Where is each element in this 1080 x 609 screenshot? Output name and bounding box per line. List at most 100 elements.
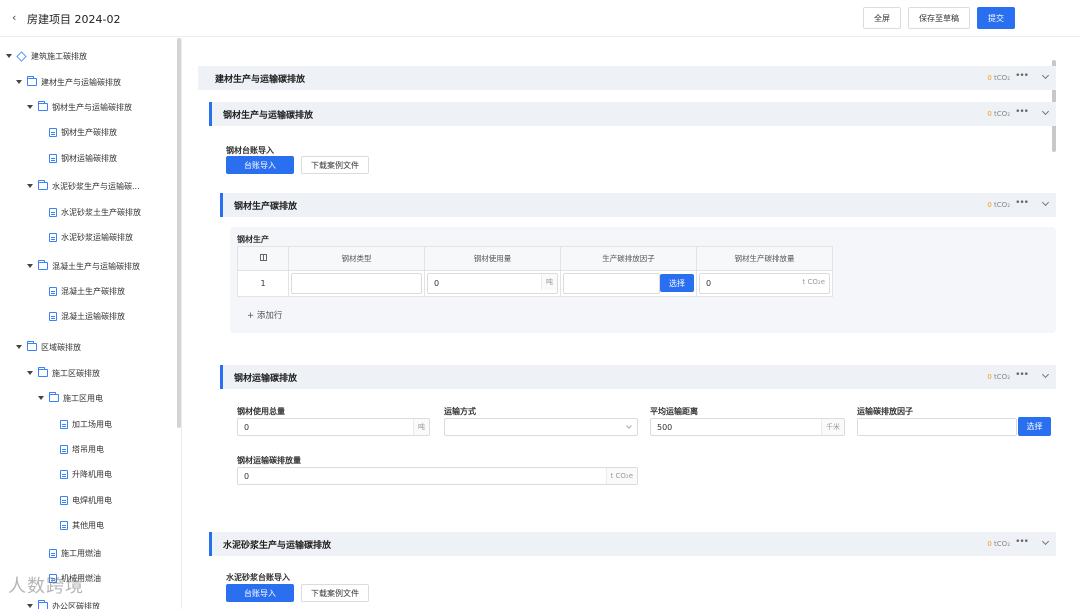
total-usage-input[interactable]: 0吨 bbox=[237, 418, 430, 436]
steel-amount-cell: 0吨 bbox=[424, 270, 561, 297]
caret-down-icon[interactable] bbox=[27, 371, 33, 375]
factor-select-button[interactable]: 选择 bbox=[660, 274, 694, 292]
distance-label: 平均运输距离 bbox=[650, 407, 698, 416]
section-title: 钢材生产碳排放 bbox=[234, 201, 298, 212]
tree-item[interactable]: 电焊机用电 bbox=[60, 492, 112, 508]
transport-mode-select[interactable] bbox=[444, 418, 638, 436]
submit-button[interactable]: 提交 bbox=[977, 7, 1015, 29]
tree-item[interactable]: 钢材运输碳排放 bbox=[49, 150, 117, 166]
tree-item[interactable]: 施工区用电 bbox=[38, 390, 103, 406]
section-header[interactable]: 钢材运输碳排放 0 tCO₂ ••• bbox=[220, 365, 1056, 389]
document-icon bbox=[49, 207, 57, 217]
section-accent-bar bbox=[209, 532, 212, 556]
caret-down-icon[interactable] bbox=[27, 604, 33, 608]
tree-item[interactable]: 混凝土运输碳排放 bbox=[49, 308, 125, 324]
document-icon bbox=[60, 495, 68, 505]
document-icon bbox=[60, 444, 68, 454]
section-header[interactable]: 钢材生产碳排放 0 tCO₂ ••• bbox=[220, 193, 1056, 217]
more-icon[interactable]: ••• bbox=[1015, 107, 1029, 117]
factor-cell: 选择 bbox=[560, 270, 697, 297]
tree-item[interactable]: 升降机用电 bbox=[60, 466, 112, 482]
folder-icon bbox=[27, 76, 37, 86]
emission-input[interactable]: 0t CO₂e bbox=[699, 273, 830, 294]
factor-input[interactable] bbox=[563, 273, 660, 294]
section-header[interactable]: 水泥砂浆生产与运输碳排放 0 tCO₂ ••• bbox=[209, 532, 1056, 556]
chevron-down-icon[interactable] bbox=[1041, 198, 1050, 207]
tree-item[interactable]: 混凝土生产与运输碳排放 bbox=[27, 258, 140, 274]
table-header: 生产碳排放因子 bbox=[560, 246, 697, 271]
section-total: 0 tCO₂ bbox=[987, 373, 1010, 381]
folder-icon bbox=[27, 341, 37, 351]
ledger-import-button[interactable]: 台账导入 bbox=[226, 156, 294, 174]
cement-ledger-label: 水泥砂浆台账导入 bbox=[226, 573, 290, 582]
more-icon[interactable]: ••• bbox=[1015, 71, 1029, 81]
caret-down-icon[interactable] bbox=[38, 396, 44, 400]
tree-item[interactable]: 塔吊用电 bbox=[60, 441, 104, 457]
tree-item[interactable]: 钢材生产与运输碳排放 bbox=[27, 99, 132, 115]
section-title: 水泥砂浆生产与运输碳排放 bbox=[223, 540, 332, 551]
caret-down-icon[interactable] bbox=[27, 264, 33, 268]
steel-type-input[interactable] bbox=[291, 273, 422, 294]
grid-icon[interactable] bbox=[259, 254, 267, 261]
chevron-down-icon[interactable] bbox=[1041, 370, 1050, 379]
row-index: 1 bbox=[237, 270, 289, 297]
tree-item[interactable]: 混凝土生产碳排放 bbox=[49, 283, 125, 299]
download-sample-button[interactable]: 下载案例文件 bbox=[301, 584, 369, 602]
section-header[interactable]: 钢材生产与运输碳排放 0 tCO₂ ••• bbox=[209, 102, 1056, 126]
steel-amount-input[interactable]: 0吨 bbox=[427, 273, 558, 294]
more-icon[interactable]: ••• bbox=[1015, 370, 1029, 380]
document-icon bbox=[49, 232, 57, 242]
section-title: 钢材运输碳排放 bbox=[234, 373, 298, 384]
tree-item[interactable]: 办公区碳排放 bbox=[27, 598, 100, 609]
caret-down-icon[interactable] bbox=[16, 345, 22, 349]
tree-item[interactable]: 水泥砂浆生产与运输碳... bbox=[27, 178, 140, 194]
steel-ledger-label: 钢材台账导入 bbox=[226, 146, 274, 155]
tree-item[interactable]: 建筑施工碳排放 bbox=[6, 48, 87, 64]
tree-item[interactable]: 施工区碳排放 bbox=[27, 365, 100, 381]
download-sample-button[interactable]: 下载案例文件 bbox=[301, 156, 369, 174]
section-header[interactable]: 建材生产与运输碳排放 0 tCO₂ ••• bbox=[198, 66, 1056, 90]
document-icon bbox=[60, 469, 68, 479]
emission-cell: 0t CO₂e bbox=[696, 270, 833, 297]
distance-input[interactable]: 500 千米 bbox=[650, 418, 845, 436]
unit-suffix: t CO₂e bbox=[605, 468, 637, 484]
transport-emission-input[interactable]: 0t CO₂e bbox=[237, 467, 638, 485]
add-row-button[interactable]: + 添加行 bbox=[247, 309, 282, 321]
tree-item[interactable]: 水泥砂浆土生产碳排放 bbox=[49, 204, 141, 220]
folder-icon bbox=[38, 600, 48, 609]
chevron-down-icon[interactable] bbox=[1041, 71, 1050, 80]
folder-icon bbox=[49, 392, 59, 402]
caret-down-icon[interactable] bbox=[27, 105, 33, 109]
table-header: 钢材生产碳排放量 bbox=[696, 246, 833, 271]
more-icon[interactable]: ••• bbox=[1015, 537, 1029, 547]
tree-item[interactable]: 加工场用电 bbox=[60, 416, 112, 432]
cube-icon bbox=[16, 50, 27, 62]
chevron-down-icon[interactable] bbox=[1041, 537, 1050, 546]
caret-down-icon[interactable] bbox=[27, 184, 33, 188]
total-usage-label: 钢材使用总量 bbox=[237, 407, 285, 416]
caret-down-icon[interactable] bbox=[16, 80, 22, 84]
chevron-down-icon bbox=[626, 423, 632, 429]
page-title: 房建项目 2024-02 bbox=[27, 13, 121, 26]
table-row: 1 0吨 选择 0t CO₂e bbox=[237, 270, 833, 297]
fullscreen-button[interactable]: 全屏 bbox=[863, 7, 901, 29]
chevron-down-icon[interactable] bbox=[1041, 107, 1050, 116]
document-icon bbox=[49, 548, 57, 558]
transport-factor-input[interactable] bbox=[857, 418, 1017, 436]
steel-production-table: 钢材类型 钢材使用量 生产碳排放因子 钢材生产碳排放量 1 0吨 选择 0t C… bbox=[237, 246, 833, 297]
ledger-import-button[interactable]: 台账导入 bbox=[226, 584, 294, 602]
document-icon bbox=[49, 153, 57, 163]
tree-item[interactable]: 其他用电 bbox=[60, 517, 104, 533]
tree-item[interactable]: 水泥砂浆运输碳排放 bbox=[49, 229, 133, 245]
tree-item[interactable]: 建材生产与运输碳排放 bbox=[16, 74, 121, 90]
more-icon[interactable]: ••• bbox=[1015, 198, 1029, 208]
column-settings[interactable] bbox=[237, 246, 289, 271]
tree-item[interactable]: 区域碳排放 bbox=[16, 339, 81, 355]
transport-factor-select-button[interactable]: 选择 bbox=[1018, 417, 1051, 436]
tree-item[interactable]: 钢材生产碳排放 bbox=[49, 124, 117, 140]
transport-emission-label: 钢材运输碳排放量 bbox=[237, 456, 301, 465]
caret-down-icon[interactable] bbox=[6, 54, 12, 58]
chevron-left-icon[interactable]: ‹ bbox=[12, 11, 16, 24]
save-draft-button[interactable]: 保存至草稿 bbox=[908, 7, 970, 29]
tree-item[interactable]: 施工用燃油 bbox=[49, 545, 101, 561]
